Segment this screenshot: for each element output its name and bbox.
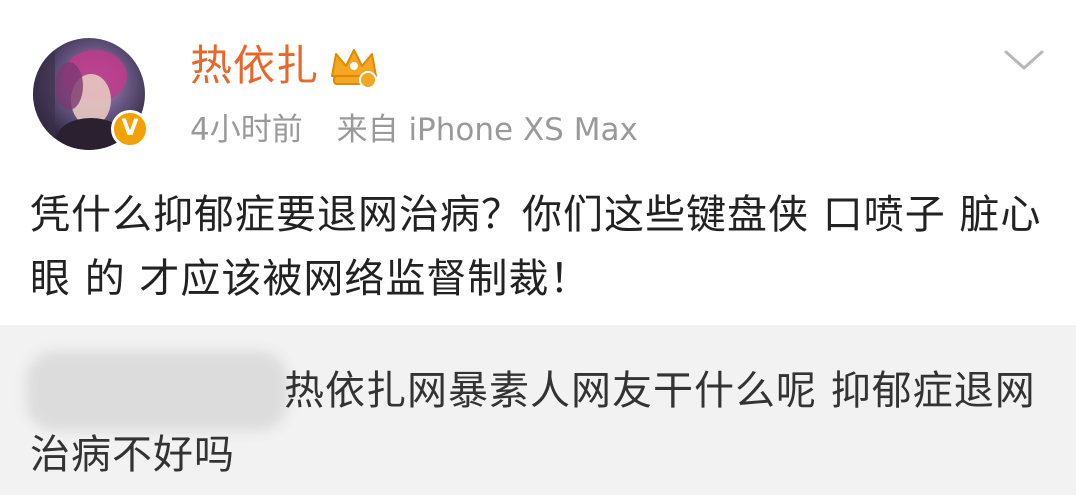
post-meta: 4小时前 来自 iPhone XS Max — [190, 110, 638, 150]
verified-icon: V — [111, 110, 149, 148]
post-time: 4小时前 — [190, 112, 303, 148]
avatar[interactable]: V — [33, 38, 149, 150]
reposted-comment[interactable]: 热依扎网暴素人网友干什么呢 抑郁症退网治病不好吗 — [0, 325, 1076, 495]
post-source: 来自 iPhone XS Max — [336, 112, 638, 148]
post-content: 凭什么抑郁症要退网治病？你们这些键盘侠 口喷子 脏心眼 的 才应该被网络监督制裁… — [30, 192, 1042, 302]
repost-text: 热依扎网暴素人网友干什么呢 抑郁症退网治病不好吗 — [30, 368, 1036, 478]
crown-icon — [331, 49, 377, 89]
username[interactable]: 热依扎 — [190, 40, 319, 92]
chevron-down-icon[interactable] — [1002, 46, 1046, 74]
weibo-post: V 热依扎 4小时前 来自 iPhone XS Max 凭什么抑郁症要退网治病？… — [0, 0, 1076, 325]
